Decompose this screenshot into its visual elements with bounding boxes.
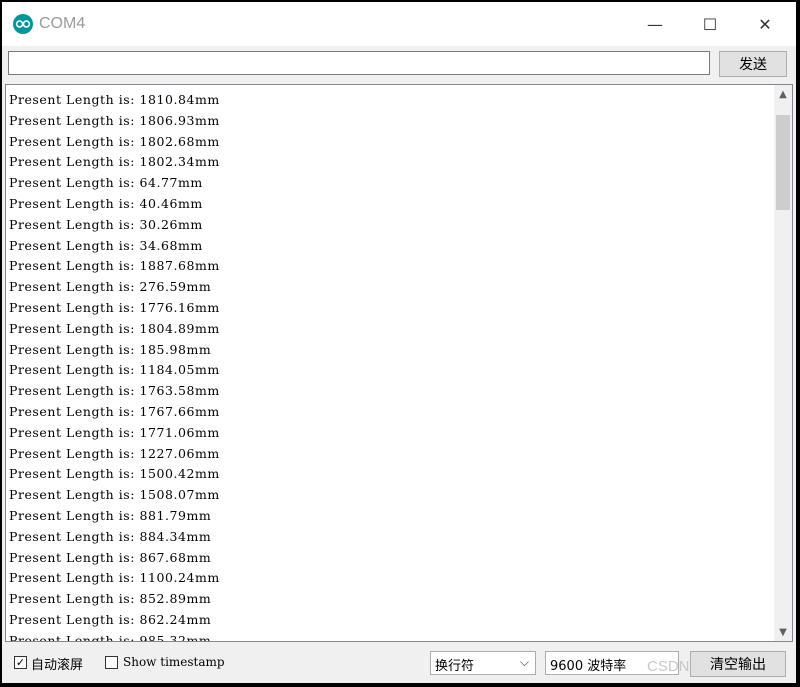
send-row: 发送 [2,46,796,82]
log-line: Present Length is: 1810.84mm [9,92,220,107]
log-line: Present Length is: 1887.68mm [9,258,220,274]
triangle-up-icon[interactable]: ▲ [774,85,792,103]
log-line: Present Length is: 881.79mm [9,507,212,523]
log-line: Present Length is: 1767.66mm [9,403,220,419]
chevron-down-icon: ⌵ [519,655,529,669]
show-timestamp-label: Show timestamp [123,655,225,669]
minimize-icon: — [647,14,663,34]
line-ending-value: 换行符 [435,659,475,674]
log-line: Present Length is: 884.34mm [9,528,212,544]
log-line: Present Length is: 1500.42mm [9,466,220,482]
send-button[interactable]: 发送 [719,51,787,77]
log-line: Present Length is: 1776.16mm [9,299,220,315]
triangle-down-icon[interactable]: ▼ [774,623,792,641]
send-input[interactable] [8,51,710,75]
log-line: Present Length is: 1804.89mm [9,320,220,336]
autoscroll-checkbox[interactable]: ✓ [14,656,27,669]
baud-rate-value: 9600 波特率 [550,659,627,674]
serial-output[interactable]: Present Length is: 1810.84mm Present Leng… [5,84,793,642]
arduino-logo-icon [13,14,33,34]
log-line: Present Length is: 1184.05mm [9,362,220,378]
bottom-toolbar: ✓ 自动滚屏 Show timestamp 换行符 ⌵ 9600 波特率 CSD… [2,644,796,683]
log-line: Present Length is: 30.26mm [9,216,203,232]
log-line: Present Length is: 1802.34mm [9,154,220,170]
log-line: Present Length is: 1806.93mm [9,112,220,128]
close-button[interactable]: ✕ [740,2,790,46]
minimize-button[interactable]: — [630,2,680,46]
serial-output-lines: Present Length is: 1810.84mm Present Leng… [9,90,220,642]
show-timestamp-checkbox[interactable] [105,656,118,669]
log-line: Present Length is: 1100.24mm [9,570,220,586]
log-line: Present Length is: 40.46mm [9,195,203,211]
log-line: Present Length is: 1802.68mm [9,133,220,149]
serial-monitor-window: COM4 — ☐ ✕ 发送 Present Length is: 1810.84… [2,2,796,683]
autoscroll-label: 自动滚屏 [31,658,84,673]
title-bar[interactable]: COM4 — ☐ ✕ [2,2,796,46]
maximize-icon: ☐ [702,14,718,34]
line-ending-select[interactable]: 换行符 ⌵ [430,651,536,675]
log-line: Present Length is: 1227.06mm [9,445,220,461]
log-line: Present Length is: 1763.58mm [9,383,220,399]
log-line: Present Length is: 867.68mm [9,549,212,565]
log-line: Present Length is: 34.68mm [9,237,203,253]
log-line: Present Length is: 985.32mm [9,632,212,642]
maximize-button[interactable]: ☐ [685,2,735,46]
window-title: COM4 [39,15,86,32]
log-line: Present Length is: 852.89mm [9,591,212,607]
log-line: Present Length is: 185.98mm [9,341,212,357]
vertical-scrollbar[interactable]: ▲ ▼ [774,85,792,641]
log-line: Present Length is: 862.24mm [9,611,212,627]
log-line: Present Length is: 64.77mm [9,175,203,191]
log-line: Present Length is: 276.59mm [9,279,212,295]
log-line: Present Length is: 1771.06mm [9,424,220,440]
scrollbar-thumb[interactable] [776,115,790,210]
clear-output-button[interactable]: 清空输出 [690,651,786,677]
log-line: Present Length is: 1508.07mm [9,487,220,503]
close-icon: ✕ [758,14,772,34]
